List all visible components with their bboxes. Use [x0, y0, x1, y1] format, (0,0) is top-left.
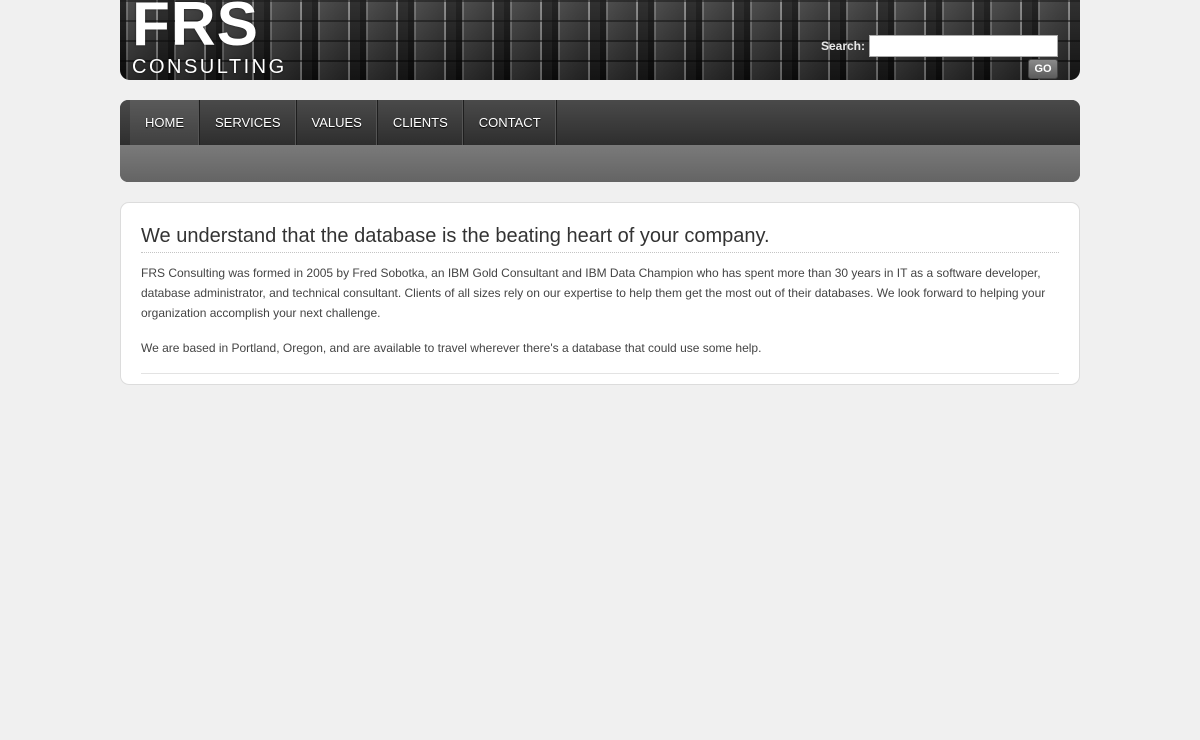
site-logo[interactable]: FRS CONSULTING [132, 0, 287, 78]
search-label: Search: [820, 39, 865, 53]
logo-sub-text: CONSULTING [132, 56, 287, 78]
site-header: FRS CONSULTING Search: GO [120, 0, 1080, 80]
nav-item-contact[interactable]: CONTACT [464, 100, 557, 145]
logo-main-text: FRS [132, 0, 259, 59]
nav-item-clients[interactable]: CLIENTS [378, 100, 464, 145]
nav-bar: HOME SERVICES VALUES CLIENTS CONTACT [120, 100, 1080, 145]
page-wrapper: FRS CONSULTING Search: GO HOME SERVICES … [120, 0, 1080, 385]
go-button[interactable]: GO [1028, 59, 1058, 79]
page-heading: We understand that the database is the b… [141, 225, 1059, 253]
search-input[interactable] [869, 35, 1058, 57]
search-form: Search: [821, 35, 1058, 57]
content-divider [141, 373, 1059, 374]
intro-paragraph: FRS Consulting was formed in 2005 by Fre… [141, 266, 1046, 320]
location-paragraph: We are based in Portland, Oregon, and ar… [141, 341, 762, 355]
nav-item-services[interactable]: SERVICES [200, 100, 297, 145]
main-nav: HOME SERVICES VALUES CLIENTS CONTACT [120, 100, 1080, 182]
main-content: We understand that the database is the b… [120, 202, 1080, 385]
sub-nav-bar [120, 145, 1080, 182]
nav-item-home[interactable]: HOME [130, 100, 200, 145]
nav-item-values[interactable]: VALUES [297, 100, 378, 145]
